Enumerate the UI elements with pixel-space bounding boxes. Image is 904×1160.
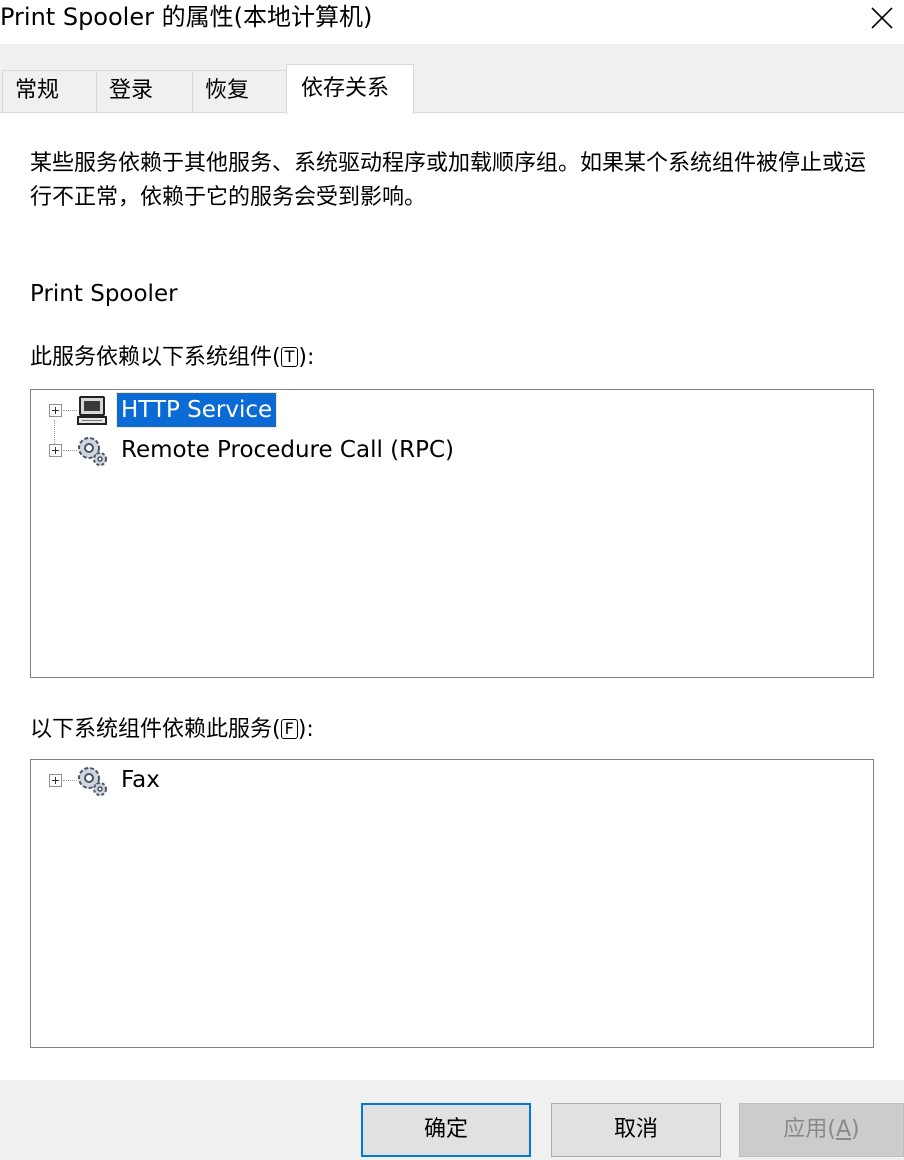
- apply-label: 应用: [783, 1117, 828, 1142]
- apply-accelerator: A: [835, 1117, 852, 1142]
- computer-icon: [77, 396, 107, 425]
- tree-item-rpc[interactable]: Remote Procedure Call (RPC): [45, 432, 545, 470]
- tree-item-label: Fax: [121, 767, 160, 793]
- depends-on-label-text: 此服务依赖以下系统组件: [30, 345, 273, 370]
- properties-dialog: Print Spooler 的属性(本地计算机) 常规 登录 恢复 依存关系 某…: [0, 0, 904, 1160]
- service-name: Print Spooler: [30, 281, 178, 307]
- expand-icon[interactable]: [49, 774, 62, 787]
- dependents-tree[interactable]: Fax: [30, 759, 874, 1048]
- apply-button[interactable]: 应用(A): [739, 1103, 904, 1157]
- description-text: 某些服务依赖于其他服务、系统驱动程序或加载顺序组。如果某个系统组件被停止或运行不…: [30, 151, 867, 210]
- close-button[interactable]: [858, 0, 904, 40]
- tree-item-http-service[interactable]: HTTP Service: [45, 392, 445, 430]
- title-bar: Print Spooler 的属性(本地计算机): [0, 0, 904, 44]
- depends-on-tree[interactable]: HTTP Service Remote Procedure Call (RPC): [30, 389, 874, 678]
- depends-on-accelerator: T: [280, 347, 299, 367]
- tab-panel-dependencies: 某些服务依赖于其他服务、系统驱动程序或加载顺序组。如果某个系统组件被停止或运行不…: [0, 112, 904, 1080]
- cancel-button[interactable]: 取消: [551, 1103, 721, 1157]
- tab-general[interactable]: 常规: [2, 70, 97, 112]
- dependents-label-text: 以下系统组件依赖此服务: [30, 717, 273, 742]
- ok-button[interactable]: 确定: [361, 1103, 531, 1157]
- gear-service-icon: [78, 437, 107, 466]
- dependents-label: 以下系统组件依赖此服务(F):: [30, 717, 314, 742]
- depends-on-label-suffix: :: [306, 345, 315, 370]
- expand-icon[interactable]: [49, 404, 62, 417]
- gear-service-icon: [78, 767, 107, 796]
- tree-item-fax[interactable]: Fax: [45, 762, 345, 800]
- close-icon: [871, 7, 893, 29]
- dependents-accelerator: F: [280, 719, 298, 739]
- tree-item-label: HTTP Service: [115, 392, 278, 428]
- tab-dependencies[interactable]: 依存关系: [286, 64, 414, 114]
- tree-item-label: Remote Procedure Call (RPC): [121, 437, 455, 463]
- dependents-label-suffix: :: [306, 717, 314, 742]
- expand-icon[interactable]: [49, 444, 62, 457]
- tab-recovery[interactable]: 恢复: [192, 70, 288, 112]
- tab-logon[interactable]: 登录: [96, 70, 193, 112]
- window-title: Print Spooler 的属性(本地计算机): [0, 3, 373, 31]
- depends-on-label: 此服务依赖以下系统组件(T):: [30, 345, 315, 370]
